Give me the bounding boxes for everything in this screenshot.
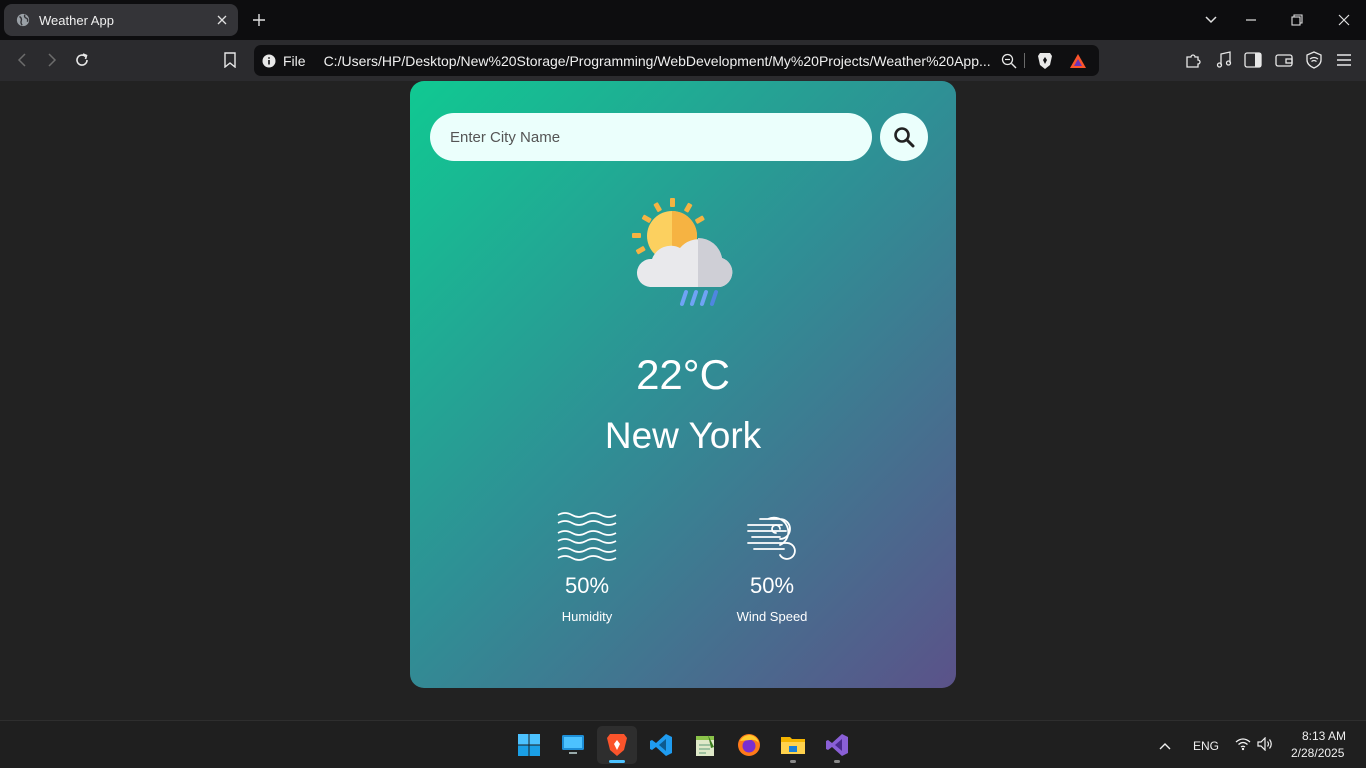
input-language[interactable]: ENG <box>1193 739 1219 753</box>
humidity-label: Humidity <box>561 609 613 624</box>
url-text[interactable]: C:/Users/HP/Desktop/New%20Storage/Progra… <box>324 53 992 69</box>
taskbar-app-visual-studio[interactable] <box>817 726 857 764</box>
zoom-icon[interactable] <box>1000 52 1018 70</box>
search-icon <box>894 127 915 148</box>
show-hidden-icons-chevron-icon[interactable] <box>1158 738 1174 752</box>
tab-title: Weather App <box>39 12 114 28</box>
taskbar-app-notepad-plus-plus[interactable] <box>685 726 725 764</box>
weather-card: 22°C New York 50% Humidity <box>410 81 956 688</box>
folder-icon <box>781 737 805 754</box>
globe-icon <box>16 13 30 27</box>
sun-cloud-rain-icon <box>632 198 733 306</box>
forward-icon[interactable] <box>42 50 62 70</box>
taskbar-app-file-explorer[interactable] <box>773 726 813 764</box>
humidity-value: 50% <box>564 573 610 598</box>
url-scheme-label: File <box>283 52 306 69</box>
minimize-icon[interactable] <box>1242 11 1260 29</box>
wifi-icon[interactable] <box>1235 737 1251 751</box>
wind-icon <box>747 516 796 560</box>
taskbar-app-brave[interactable] <box>597 726 637 764</box>
reload-icon[interactable] <box>72 50 92 70</box>
wallet-icon[interactable] <box>1274 50 1294 70</box>
vscode-icon <box>650 734 672 756</box>
volume-icon[interactable] <box>1257 736 1273 752</box>
notepad-plus-plus-icon <box>696 735 714 756</box>
taskbar-app-firefox[interactable] <box>729 726 769 764</box>
start-button[interactable] <box>509 726 549 764</box>
city-name: New York <box>604 415 762 456</box>
windows-logo-icon <box>518 734 540 756</box>
wind-speed-value: 50% <box>749 573 795 598</box>
clock-time[interactable]: 8:13 AM <box>1302 729 1346 743</box>
wind-detail: 50% Wind Speed <box>702 511 842 624</box>
active-indicator <box>609 760 625 763</box>
firefox-icon <box>738 734 760 756</box>
sidebar-icon[interactable] <box>1243 50 1263 70</box>
taskbar-app-desktop[interactable] <box>553 726 593 764</box>
url-divider <box>1024 53 1025 68</box>
back-icon[interactable] <box>12 50 32 70</box>
brave-shields-icon[interactable] <box>1036 52 1054 70</box>
temperature: 22°C <box>636 351 730 398</box>
tab-weather-app[interactable]: Weather App <box>4 4 238 36</box>
waves-icon <box>557 512 617 561</box>
brave-rewards-icon[interactable] <box>1069 52 1087 70</box>
running-indicator <box>834 760 840 763</box>
desktop-icon <box>562 735 584 754</box>
running-indicator <box>790 760 796 763</box>
vpn-shield-icon[interactable] <box>1304 50 1324 70</box>
tab-list-chevron-icon[interactable] <box>1202 11 1220 29</box>
new-tab-icon[interactable] <box>250 11 268 29</box>
city-search-input[interactable] <box>430 113 872 161</box>
wind-speed-label: Wind Speed <box>736 609 808 624</box>
extensions-icon[interactable] <box>1183 50 1203 70</box>
site-info-icon[interactable] <box>262 54 276 68</box>
menu-icon[interactable] <box>1334 50 1354 70</box>
brave-browser-icon <box>607 734 627 756</box>
visual-studio-icon <box>826 734 848 756</box>
address-bar[interactable]: File C:/Users/HP/Desktop/New%20Storage/P… <box>254 45 1099 76</box>
taskbar-app-vscode[interactable] <box>641 726 681 764</box>
restore-icon[interactable] <box>1288 11 1306 29</box>
close-tab-icon[interactable] <box>214 12 230 28</box>
tab-strip: Weather App <box>0 0 1366 40</box>
humidity-detail: 50% Humidity <box>517 511 657 624</box>
bookmark-icon[interactable] <box>220 50 240 70</box>
close-window-icon[interactable] <box>1335 11 1353 29</box>
search-button[interactable] <box>880 113 928 161</box>
media-icon[interactable] <box>1214 50 1234 70</box>
taskbar: ENG 8:13 AM 2/28/2025 <box>0 720 1366 768</box>
clock-date[interactable]: 2/28/2025 <box>1291 746 1344 760</box>
